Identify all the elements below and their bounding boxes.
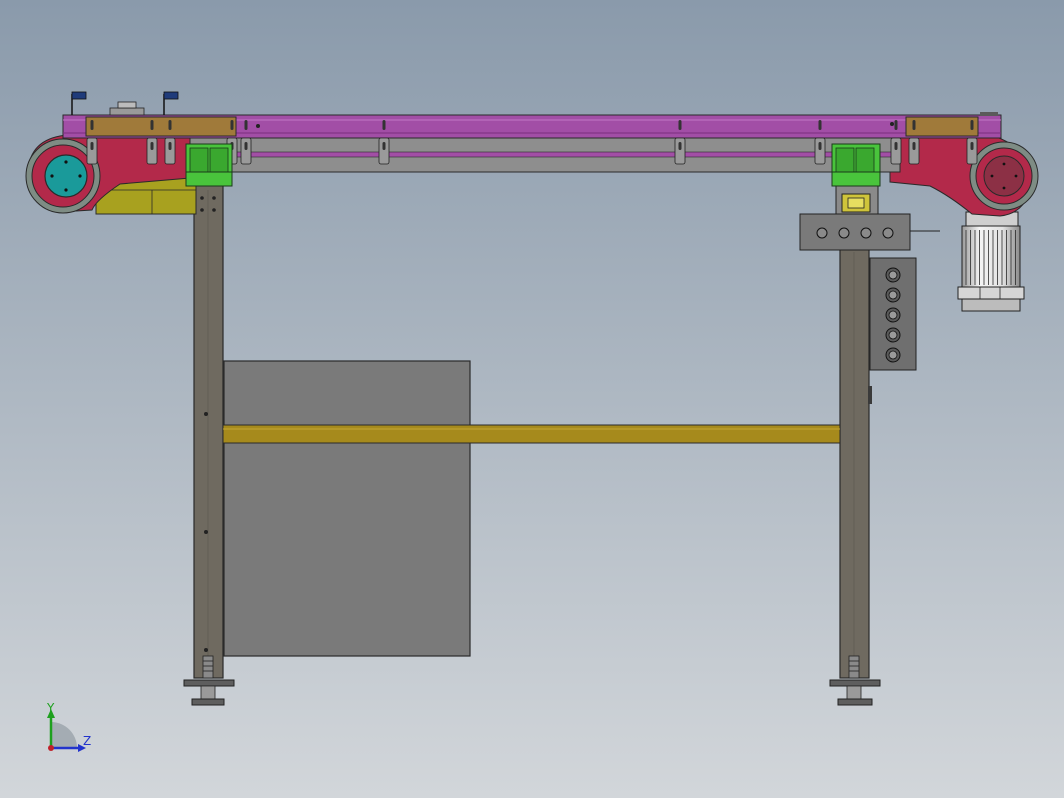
left-bearing-block[interactable] (185, 143, 233, 187)
triad-z-label: Z (83, 734, 91, 748)
round-push-button-icon[interactable] (885, 327, 901, 343)
drive-motor[interactable] (957, 211, 1025, 312)
belt-track[interactable] (189, 135, 901, 173)
right-drive-coupling[interactable] (835, 185, 879, 215)
round-push-button-icon[interactable] (838, 227, 850, 239)
right-leg[interactable] (839, 247, 872, 679)
cad-viewport[interactable]: Y Z (0, 0, 1064, 798)
side-control-box[interactable] (869, 257, 917, 371)
cross-bar[interactable] (222, 424, 841, 444)
round-push-button-icon[interactable] (860, 227, 872, 239)
round-push-button-icon[interactable] (885, 347, 901, 363)
round-push-button-icon[interactable] (885, 307, 901, 323)
cabinet-panel[interactable] (223, 360, 471, 657)
right-end-cap[interactable] (980, 112, 998, 116)
conveyor-drawing: Y Z (0, 0, 1064, 798)
right-drive-roller[interactable] (969, 141, 1039, 211)
round-push-button-icon[interactable] (882, 227, 894, 239)
round-push-button-icon[interactable] (816, 227, 828, 239)
round-push-button-icon[interactable] (885, 267, 901, 283)
left-leg[interactable] (193, 183, 224, 679)
triad-y-label: Y (46, 701, 55, 715)
left-guide-rail[interactable] (85, 116, 237, 137)
right-bearing-block[interactable] (831, 143, 881, 187)
round-push-button-icon[interactable] (885, 287, 901, 303)
right-guide-rail[interactable] (905, 116, 979, 137)
